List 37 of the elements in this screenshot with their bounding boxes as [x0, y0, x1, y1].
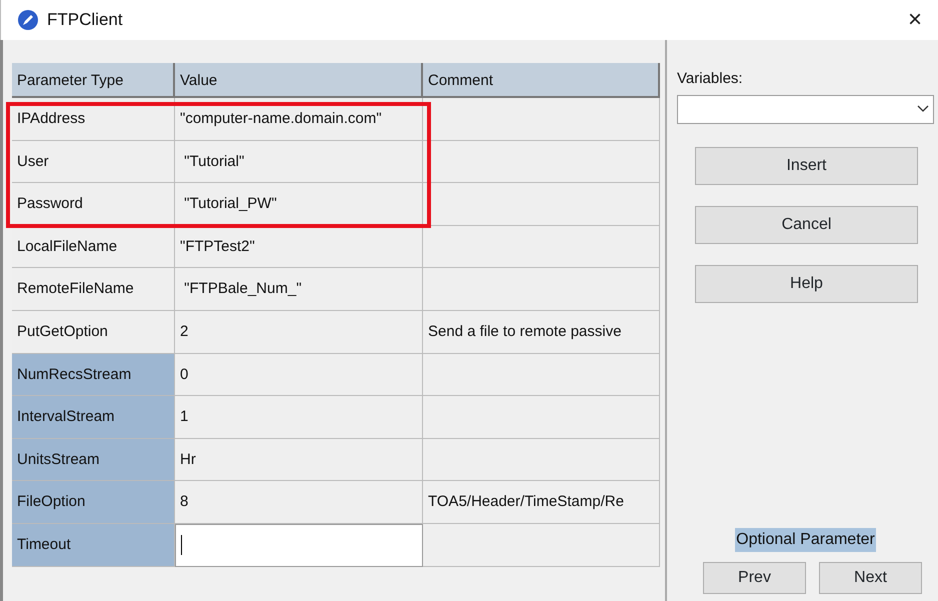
parameter-cell: Timeout: [12, 524, 175, 567]
chevron-down-icon: [917, 105, 929, 113]
column-header[interactable]: Parameter Type: [12, 63, 175, 98]
parameter-cell: FileOption: [12, 481, 175, 524]
app-icon: [17, 9, 39, 31]
value-cell: "Tutorial": [175, 140, 423, 184]
close-button[interactable]: ×: [904, 8, 926, 32]
column-header[interactable]: Comment: [423, 63, 660, 98]
window-title: FTPClient: [47, 9, 123, 32]
value-cell: "FTPTest2": [175, 226, 423, 268]
variables-dropdown[interactable]: [677, 94, 934, 124]
parameter-cell: IPAddress: [12, 98, 175, 141]
value-cell: 1: [175, 396, 423, 439]
value-cell: "computer-name.domain.com": [175, 98, 423, 141]
value-cell: "FTPBale_Num_": [175, 268, 423, 311]
dialog-button[interactable]: Help: [695, 264, 918, 302]
parameter-cell: UnitsStream: [12, 438, 175, 482]
value-cell: 2: [175, 310, 423, 354]
value-input-field[interactable]: [175, 524, 423, 567]
optional-parameter-label: Optional Parameter: [735, 528, 876, 552]
value-cell: 0: [175, 354, 423, 396]
parameter-cell: User: [12, 140, 175, 184]
dialog-button[interactable]: Insert: [695, 146, 918, 184]
nav-button[interactable]: Prev: [703, 562, 806, 594]
parameter-cell: NumRecsStream: [12, 354, 175, 396]
value-cell: Hr: [175, 438, 423, 482]
value-cell: 8: [175, 481, 423, 524]
variables-label: Variables:: [677, 69, 744, 89]
nav-button[interactable]: Next: [819, 562, 922, 594]
column-header[interactable]: Value: [175, 63, 423, 98]
dialog-button[interactable]: Cancel: [695, 206, 918, 244]
comment-cell: Send a file to remote passive: [423, 310, 660, 354]
parameter-cell: IntervalStream: [12, 396, 175, 439]
parameter-cell: PutGetOption: [12, 310, 175, 354]
comment-cell: TOA5/Header/TimeStamp/Re: [423, 481, 660, 524]
parameter-cell: RemoteFileName: [12, 268, 175, 311]
parameter-cell: LocalFileName: [12, 226, 175, 268]
